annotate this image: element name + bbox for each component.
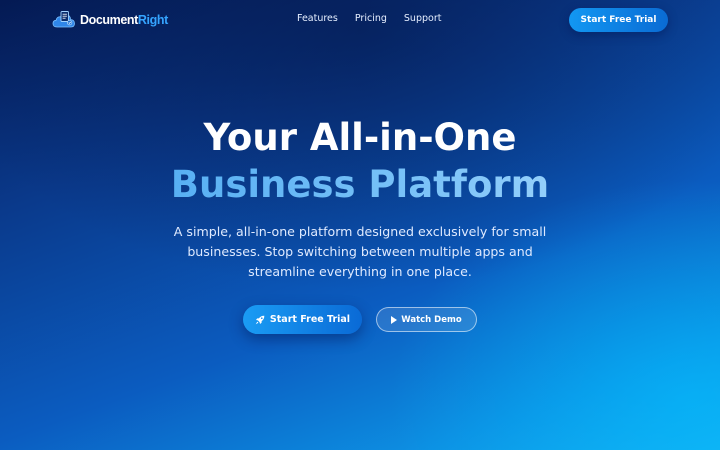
rocket-icon [255, 315, 265, 324]
brand-name-part2: Right [137, 13, 168, 27]
brand-logo[interactable]: DocumentRight [52, 10, 168, 30]
nav-link-pricing[interactable]: Pricing [355, 13, 387, 24]
brand-name-part1: Document [80, 13, 138, 27]
nav-links: Features Pricing Support [297, 13, 441, 24]
nav-link-support[interactable]: Support [404, 13, 442, 24]
hero-title-line1: Your All-in-One [203, 116, 517, 159]
nav-link-features[interactable]: Features [297, 13, 338, 24]
hero-title: Your All-in-One Business Platform [0, 114, 720, 208]
top-navigation: DocumentRight Features Pricing Support S… [0, 0, 720, 40]
brand-name: DocumentRight [80, 13, 168, 27]
hero-title-line2: Business Platform [0, 161, 720, 208]
hero-subtitle: A simple, all-in-one platform designed e… [173, 224, 547, 279]
hero-start-free-trial-button[interactable]: Start Free Trial [243, 305, 362, 334]
hero-primary-button-label: Start Free Trial [269, 314, 351, 325]
watch-demo-button[interactable]: Watch Demo [376, 307, 477, 332]
cloud-document-icon [52, 11, 75, 28]
nav-start-free-trial-button[interactable]: Start Free Trial [569, 8, 668, 32]
watch-demo-label: Watch Demo [401, 314, 462, 325]
play-icon [391, 315, 398, 324]
